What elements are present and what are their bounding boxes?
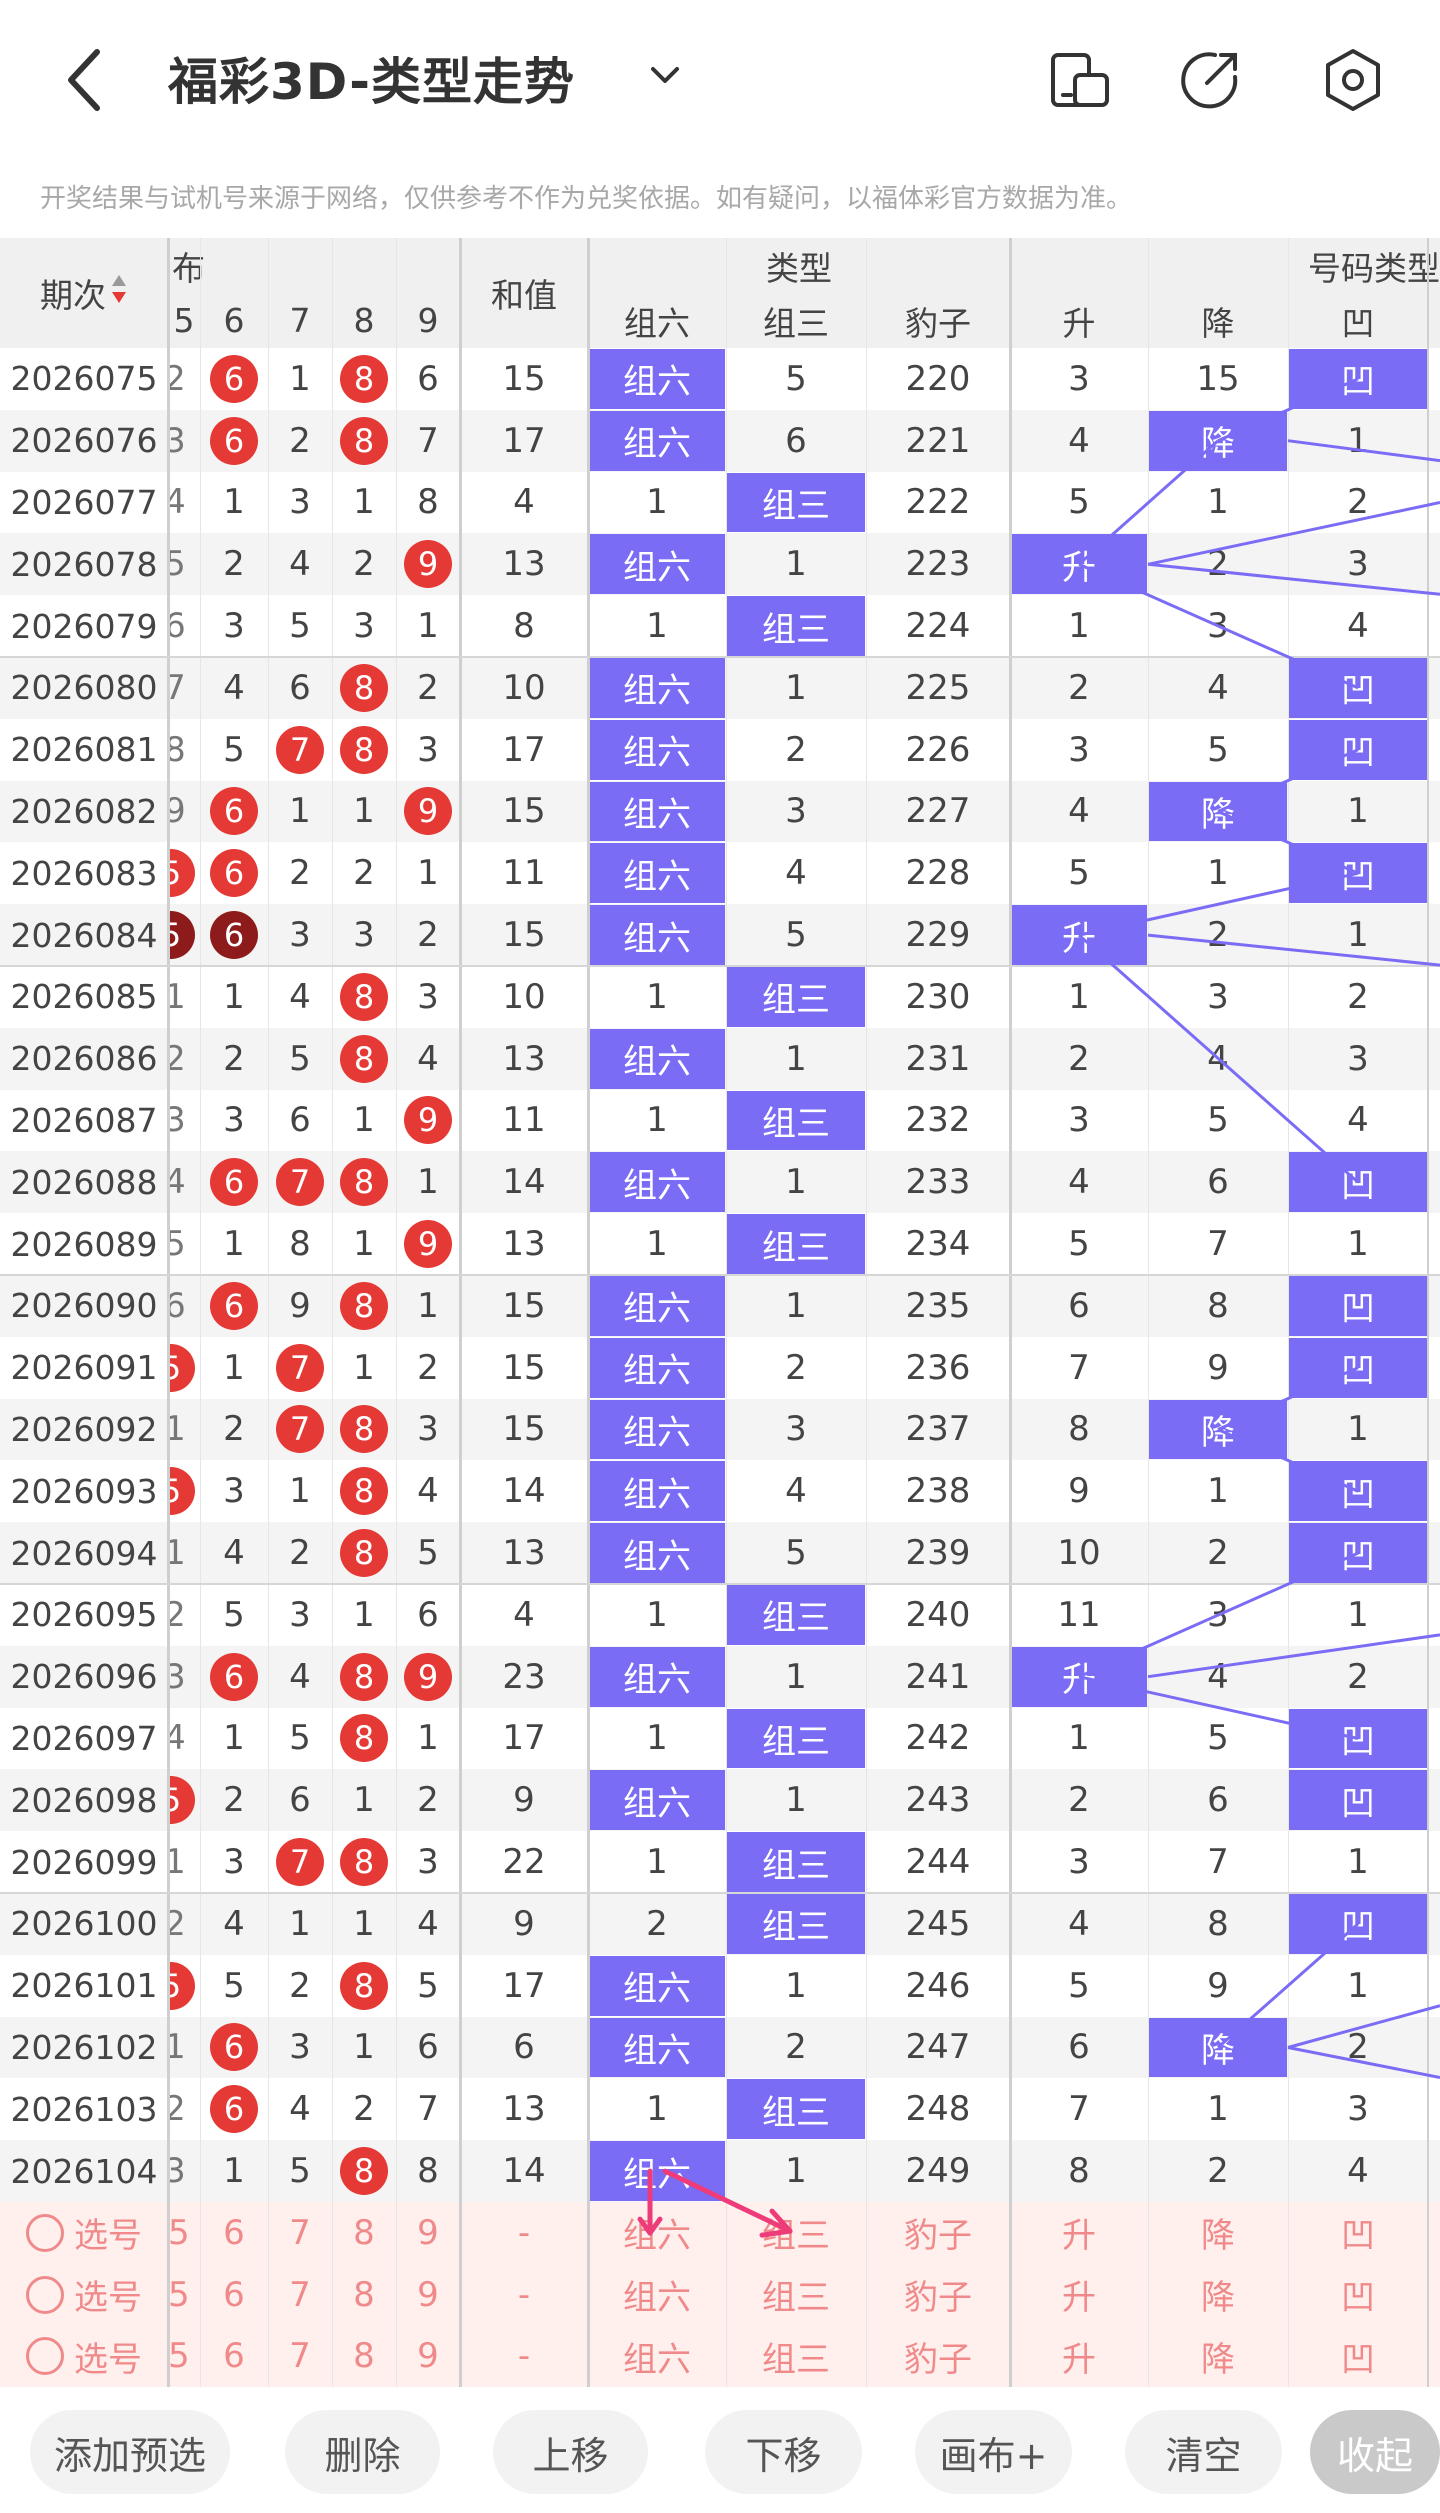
trend-line — [1078, 933, 1359, 1184]
top-bar: 福彩3D-类型走势 — [0, 0, 1440, 160]
trend-line — [1147, 501, 1440, 566]
trend-line — [1147, 933, 1440, 967]
chevron-left-icon[interactable] — [55, 40, 115, 120]
trend-line — [1217, 810, 1359, 875]
trend-line — [1287, 2004, 1440, 2049]
settings-icon[interactable] — [1318, 45, 1388, 115]
trend-line — [1217, 1922, 1359, 2049]
trend-line — [1287, 439, 1440, 463]
bottom-button-5[interactable]: 画布+ — [915, 2410, 1072, 2494]
trend-line — [1217, 748, 1359, 813]
bottom-button-4[interactable]: 下移 — [705, 2410, 862, 2494]
bottom-toolbar: 添加预选 删除 上移 下移 画布+ 清空 收起 — [0, 2390, 1440, 2513]
bottom-button-3[interactable]: 上移 — [493, 2410, 648, 2494]
annotation-arrow — [759, 2228, 793, 2238]
annotation-arrow — [662, 2168, 793, 2234]
trend-line — [1078, 871, 1359, 937]
bottom-button-2[interactable]: 删除 — [285, 2410, 440, 2494]
share-icon[interactable] — [1175, 45, 1245, 115]
page-title[interactable]: 福彩3D-类型走势 — [168, 42, 575, 114]
trend-line — [1217, 1366, 1359, 1431]
bottom-button-7[interactable]: 收起 — [1310, 2410, 1440, 2494]
chevron-down-icon[interactable] — [645, 55, 685, 95]
trend-line — [1078, 1551, 1359, 1679]
trend-line — [1147, 1633, 1440, 1679]
bottom-button-6[interactable]: 清空 — [1125, 2410, 1282, 2494]
trend-line — [1287, 2046, 1440, 2079]
trend-line — [1147, 562, 1440, 596]
phone-rotate-icon[interactable] — [1045, 45, 1115, 115]
trend-line — [1078, 439, 1219, 566]
trend-line — [1217, 377, 1359, 443]
data-source-notice: 开奖结果与试机号来源于网络，仅供参考不作为兑奖依据。如有疑问，以福体彩官方数据为… — [40, 184, 1133, 214]
trend-line — [1217, 1428, 1359, 1493]
bottom-button-1[interactable]: 添加预选 — [30, 2410, 230, 2494]
trend-line — [1078, 1675, 1359, 1740]
trend-lines — [637, 377, 1440, 2238]
